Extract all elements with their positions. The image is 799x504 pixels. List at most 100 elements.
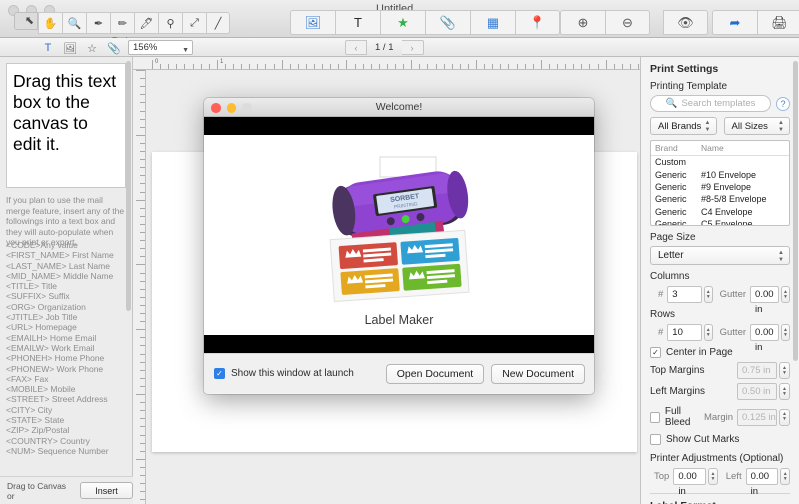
merge-code-item[interactable]: <EMAILW> Work Email (6, 343, 131, 353)
ruler-tick (386, 64, 388, 69)
merge-code-item[interactable]: <EMAILH> Home Email (6, 333, 131, 343)
pencil-tool[interactable]: ✏ (110, 12, 134, 34)
help-button[interactable]: ? (776, 96, 790, 111)
zoom-out-button[interactable]: ⊖Zoom Out (605, 10, 650, 47)
merge-code-item[interactable]: <PHONEW> Work Phone (6, 364, 131, 374)
show-at-launch-checkbox[interactable]: ✓ (214, 368, 225, 379)
merge-code-item[interactable]: <FAX> Fax (6, 374, 131, 384)
zoom-in-button[interactable]: ⊕Zoom In (560, 10, 605, 47)
dialog-zoom-button[interactable] (242, 103, 252, 113)
eyedropper-tool[interactable]: ⚲ (158, 12, 182, 34)
dialog-close-button[interactable] (211, 103, 221, 113)
merge-code-item[interactable]: <LAST_NAME> Last Name (6, 261, 131, 271)
print-button[interactable]: 🖨Print (757, 10, 799, 47)
clipart-quick-icon[interactable]: 📎 (104, 41, 124, 55)
table-row[interactable]: Generic C5 Envelope (651, 218, 789, 225)
rows-stepper[interactable]: ▲ ▼ (703, 324, 713, 341)
left-margins-input[interactable]: 0.50 in (737, 383, 777, 400)
text-button[interactable]: TText (335, 10, 380, 47)
margin-stepper[interactable]: ▲ ▼ (779, 408, 790, 426)
zoom-level-select[interactable]: 156% ▼ (128, 40, 193, 55)
ruler-tick (152, 60, 153, 69)
select-arrow-tool[interactable]: ⬉ (14, 12, 38, 30)
merge-code-item[interactable]: <ZIP> Zip/Postal (6, 425, 131, 435)
preview-button[interactable]: 👁Preview (663, 10, 708, 47)
right-panel-scrollbar[interactable] (793, 61, 798, 499)
insert-button[interactable]: Insert (80, 482, 133, 499)
merge-code-item[interactable]: <SUFFIX> Suffix (6, 291, 131, 301)
merge-code-item[interactable]: <MID_NAME> Middle Name (6, 271, 131, 281)
rows-gutter-label: Gutter (719, 327, 747, 338)
open-document-button[interactable]: Open Document (385, 363, 485, 384)
merge-code-item[interactable]: <JTITLE> Job Title (6, 312, 131, 322)
table-row[interactable]: Generic #8-5/8 Envelope (651, 193, 789, 205)
sidebar-scrollbar[interactable] (126, 61, 131, 501)
shape-button[interactable]: ★Shape (380, 10, 425, 47)
text-quick-icon[interactable]: T (38, 41, 58, 55)
columns-gutter-input[interactable]: 0.00 in (750, 286, 780, 315)
margin-input[interactable]: 0.125 in (737, 408, 777, 426)
shape-quick-icon[interactable]: ☆ (82, 41, 102, 55)
merge-code-item[interactable]: <URL> Homepage (6, 322, 131, 332)
drag-text-box[interactable]: Drag this text box to the canvas to edit… (6, 63, 126, 188)
canvas-area[interactable]: 01 Welcome! SORBET PRINTING Label Maker … (133, 57, 640, 504)
merge-code-item[interactable]: <ORG> Organization (6, 302, 131, 312)
adj-left-input[interactable]: 0.00 in (745, 468, 779, 497)
table-row[interactable]: Generic #9 Envelope (651, 181, 789, 193)
prev-page-button[interactable]: ‹ (345, 40, 367, 55)
size-filter-select[interactable]: All Sizes ▲ ▼ (723, 117, 790, 135)
merge-code-item[interactable]: <TITLE> Title (6, 281, 131, 291)
table-row[interactable]: Generic #10 Envelope (651, 168, 789, 180)
rows-input[interactable]: 10 (667, 324, 702, 341)
export-button[interactable]: ➦Export (712, 10, 757, 47)
merge-code-item[interactable]: <NUM> Sequence Number (6, 446, 131, 456)
marker-tool[interactable]: 🖊 (134, 12, 158, 34)
image-quick-icon[interactable]: 🖼 (60, 41, 80, 55)
merge-code-item[interactable]: <STREET> Street Address (6, 394, 131, 404)
columns-gutter-stepper[interactable]: ▲ ▼ (781, 286, 790, 303)
columns-stepper[interactable]: ▲ ▼ (703, 286, 713, 303)
table-row[interactable]: Generic C4 Envelope (651, 206, 789, 218)
clip-art-button[interactable]: 📎Clip Art (425, 10, 470, 47)
merge-code-item[interactable]: <PHONEH> Home Phone (6, 353, 131, 363)
table-row[interactable]: Custom (651, 156, 789, 168)
adj-left-stepper[interactable]: ▲ ▼ (780, 468, 790, 485)
next-page-button[interactable]: › (401, 40, 424, 55)
center-in-page-checkbox[interactable]: ✓ (650, 347, 661, 358)
curve-tool[interactable]: ⤢ (182, 12, 206, 34)
adj-top-stepper[interactable]: ▲ ▼ (708, 468, 718, 485)
top-margins-stepper[interactable]: ▲ ▼ (779, 362, 790, 379)
left-margins-stepper[interactable]: ▲ ▼ (779, 383, 790, 400)
hand-tool-glyph: ✋ (43, 17, 58, 30)
left-margins-label: Left Margins (650, 386, 706, 397)
show-cut-marks-checkbox[interactable] (650, 434, 661, 445)
full-bleed-checkbox[interactable] (650, 411, 660, 423)
rows-gutter-stepper[interactable]: ▲ ▼ (781, 324, 790, 341)
merge-code-item[interactable]: <CODE>Any value (6, 240, 131, 250)
new-document-button[interactable]: New Document (491, 363, 585, 384)
page-size-select[interactable]: Letter ▲ ▼ (650, 246, 790, 265)
merge-code-item[interactable]: <MOBILE> Mobile (6, 384, 131, 394)
merge-code-item[interactable]: <STATE> State (6, 415, 131, 425)
merge-code-item[interactable]: <CITY> City (6, 405, 131, 415)
chevron-down-icon: ▼ (182, 47, 189, 54)
qr-barcode-button[interactable]: ▦QR/Barcode (470, 10, 518, 47)
map-button[interactable]: 📍Map (515, 10, 560, 47)
rows-gutter-input[interactable]: 0.00 in (750, 324, 780, 353)
ruler-tick (403, 64, 405, 69)
top-margins-input[interactable]: 0.75 in (737, 362, 777, 379)
ruler-tick (459, 64, 461, 69)
magnifier-tool[interactable]: 🔍 (62, 12, 86, 34)
dialog-minimize-button[interactable] (226, 103, 236, 113)
merge-code-item[interactable]: <FIRST_NAME> First Name (6, 250, 131, 260)
brand-filter-select[interactable]: All Brands ▲ ▼ (650, 117, 717, 135)
pen-tool[interactable]: ✒ (86, 12, 110, 34)
line-tool[interactable]: ╱ (206, 12, 230, 34)
hand-tool[interactable]: ✋ (38, 12, 62, 34)
template-table[interactable]: Brand Name Custom Generic #10 Envelope Gene… (650, 140, 790, 226)
template-search-input[interactable]: 🔍 Search templates (650, 95, 771, 112)
adj-top-input[interactable]: 0.00 in (673, 468, 707, 497)
image-button[interactable]: 🖼Image (290, 10, 335, 47)
columns-input[interactable]: 3 (667, 286, 702, 303)
merge-code-item[interactable]: <COUNTRY> Country (6, 436, 131, 446)
